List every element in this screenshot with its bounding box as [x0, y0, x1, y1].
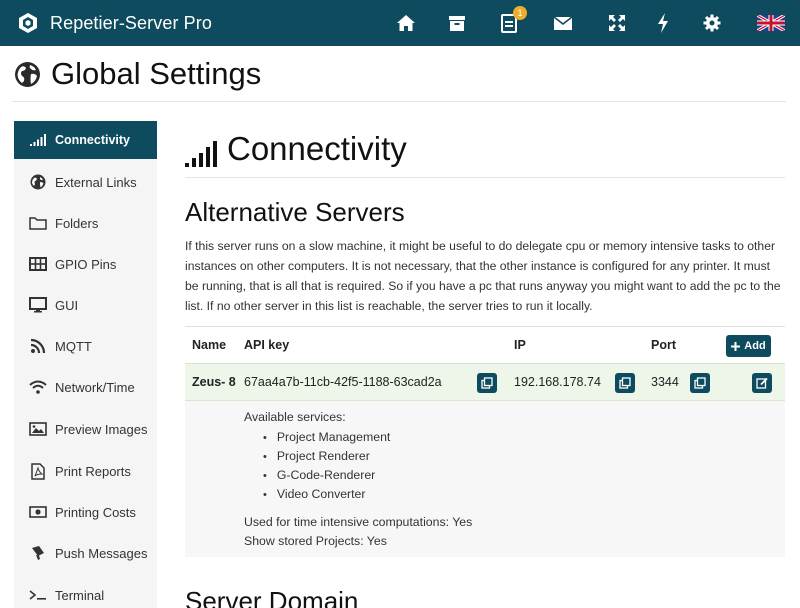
mail-icon[interactable]	[552, 12, 574, 34]
sidebar-item-label: Connectivity	[55, 133, 131, 147]
page-title: Global Settings	[51, 56, 262, 91]
page-header: Global Settings	[14, 56, 261, 92]
sidebar-item-folders[interactable]: Folders	[14, 204, 157, 242]
sidebar-item-label: Printing Costs	[55, 504, 136, 520]
sidebar-item-label: Folders	[55, 215, 99, 231]
server-domain-title: Server Domain	[185, 586, 359, 608]
power-icon[interactable]	[652, 12, 674, 34]
archive-icon[interactable]	[446, 12, 468, 34]
header-divider	[12, 101, 786, 102]
settings-icon[interactable]	[701, 12, 723, 34]
copy-ip-button[interactable]	[615, 373, 635, 393]
sidebar-item-connectivity[interactable]: Connectivity	[14, 121, 157, 159]
megaphone-icon	[28, 543, 48, 563]
monitor-icon	[28, 295, 48, 315]
copy-api-key-button[interactable]	[477, 373, 497, 393]
server-api-key: 67aa4a7b-11cb-42f5-1188-63cad2a	[244, 375, 442, 389]
list-item: G-Code-Renderer	[263, 466, 390, 485]
alt-servers-title: Alternative Servers	[185, 197, 405, 227]
sidebar-item-label: External Links	[55, 174, 137, 190]
sidebar-item-mqtt[interactable]: MQTT	[14, 327, 157, 365]
alt-servers-description: If this server runs on a slow machine, i…	[185, 239, 781, 313]
sidebar-item-label: Preview Images	[55, 421, 148, 437]
sidebar-item-push-messages[interactable]: Push Messages	[14, 534, 157, 572]
sidebar-item-label: Push Messages	[55, 545, 148, 561]
messages-icon[interactable]: 1	[498, 6, 527, 34]
signal-icon	[185, 141, 217, 167]
list-item: Video Converter	[263, 485, 390, 504]
language-flag-icon[interactable]	[757, 12, 785, 34]
sidebar-item-gui[interactable]: GUI	[14, 286, 157, 324]
pdf-icon	[28, 461, 48, 481]
sidebar-item-print-reports[interactable]: Print Reports	[14, 452, 157, 490]
section-header: Connectivity	[185, 131, 407, 167]
table-header: Name API key IP Port Add	[185, 326, 785, 363]
column-header-ip: IP	[514, 338, 526, 352]
server-name: Zeus- 8	[192, 375, 236, 389]
copy-icon	[694, 377, 706, 389]
copy-icon	[481, 377, 493, 389]
list-item: Project Renderer	[263, 447, 390, 466]
sidebar-item-gpio-pins[interactable]: GPIO Pins	[14, 245, 157, 283]
server-port: 3344	[651, 375, 679, 389]
sidebar-item-external-links[interactable]: External Links	[14, 163, 157, 201]
sidebar-item-network-time[interactable]: Network/Time	[14, 368, 157, 406]
add-button-label: Add	[744, 340, 766, 352]
column-header-api-key: API key	[244, 338, 290, 352]
money-icon	[28, 502, 48, 522]
image-icon	[28, 419, 48, 439]
show-projects-status: Show stored Projects: Yes	[244, 534, 387, 548]
server-details: Available services: Project Management P…	[185, 401, 785, 557]
sidebar-item-label: Print Reports	[55, 463, 131, 479]
list-item: Project Management	[263, 428, 390, 447]
terminal-icon	[28, 585, 48, 605]
available-services-label: Available services:	[244, 410, 346, 424]
edit-icon	[756, 377, 768, 389]
message-count-badge: 1	[513, 6, 527, 20]
server-ip: 192.168.178.74	[514, 375, 601, 389]
sidebar-item-label: Terminal	[55, 587, 105, 603]
copy-icon	[619, 377, 631, 389]
top-navbar: Repetier-Server Pro 1	[0, 0, 800, 46]
section-divider	[185, 177, 785, 178]
add-server-button[interactable]: Add	[726, 335, 771, 357]
column-header-port: Port	[651, 338, 676, 352]
settings-sidebar: Connectivity External Links Folders GPIO…	[14, 121, 157, 608]
sidebar-item-label: MQTT	[55, 338, 92, 354]
sidebar-item-label: GUI	[55, 297, 79, 313]
sidebar-item-preview-images[interactable]: Preview Images	[14, 410, 157, 448]
fullscreen-icon[interactable]	[606, 12, 628, 34]
sidebar-item-label: Network/Time	[55, 379, 135, 395]
folder-icon	[28, 213, 48, 233]
grid-icon	[28, 254, 48, 274]
home-icon[interactable]	[395, 12, 417, 34]
section-title: Connectivity	[227, 130, 407, 167]
globe-icon	[15, 61, 40, 87]
table-row[interactable]: Zeus- 8 67aa4a7b-11cb-42f5-1188-63cad2a …	[185, 363, 785, 401]
sidebar-item-printing-costs[interactable]: Printing Costs	[14, 493, 157, 531]
copy-port-button[interactable]	[690, 373, 710, 393]
plus-icon	[731, 341, 741, 351]
edit-server-button[interactable]	[752, 373, 772, 393]
sidebar-item-terminal[interactable]: Terminal	[14, 576, 157, 608]
rss-icon	[28, 336, 48, 356]
globe-icon	[28, 172, 48, 192]
services-list: Project Management Project Renderer G-Co…	[263, 428, 390, 504]
sidebar-item-label: GPIO Pins	[55, 256, 117, 272]
signal-icon	[28, 130, 48, 150]
column-header-name: Name	[192, 338, 227, 352]
wifi-icon	[28, 377, 48, 397]
time-intensive-status: Used for time intensive computations: Ye…	[244, 515, 473, 529]
